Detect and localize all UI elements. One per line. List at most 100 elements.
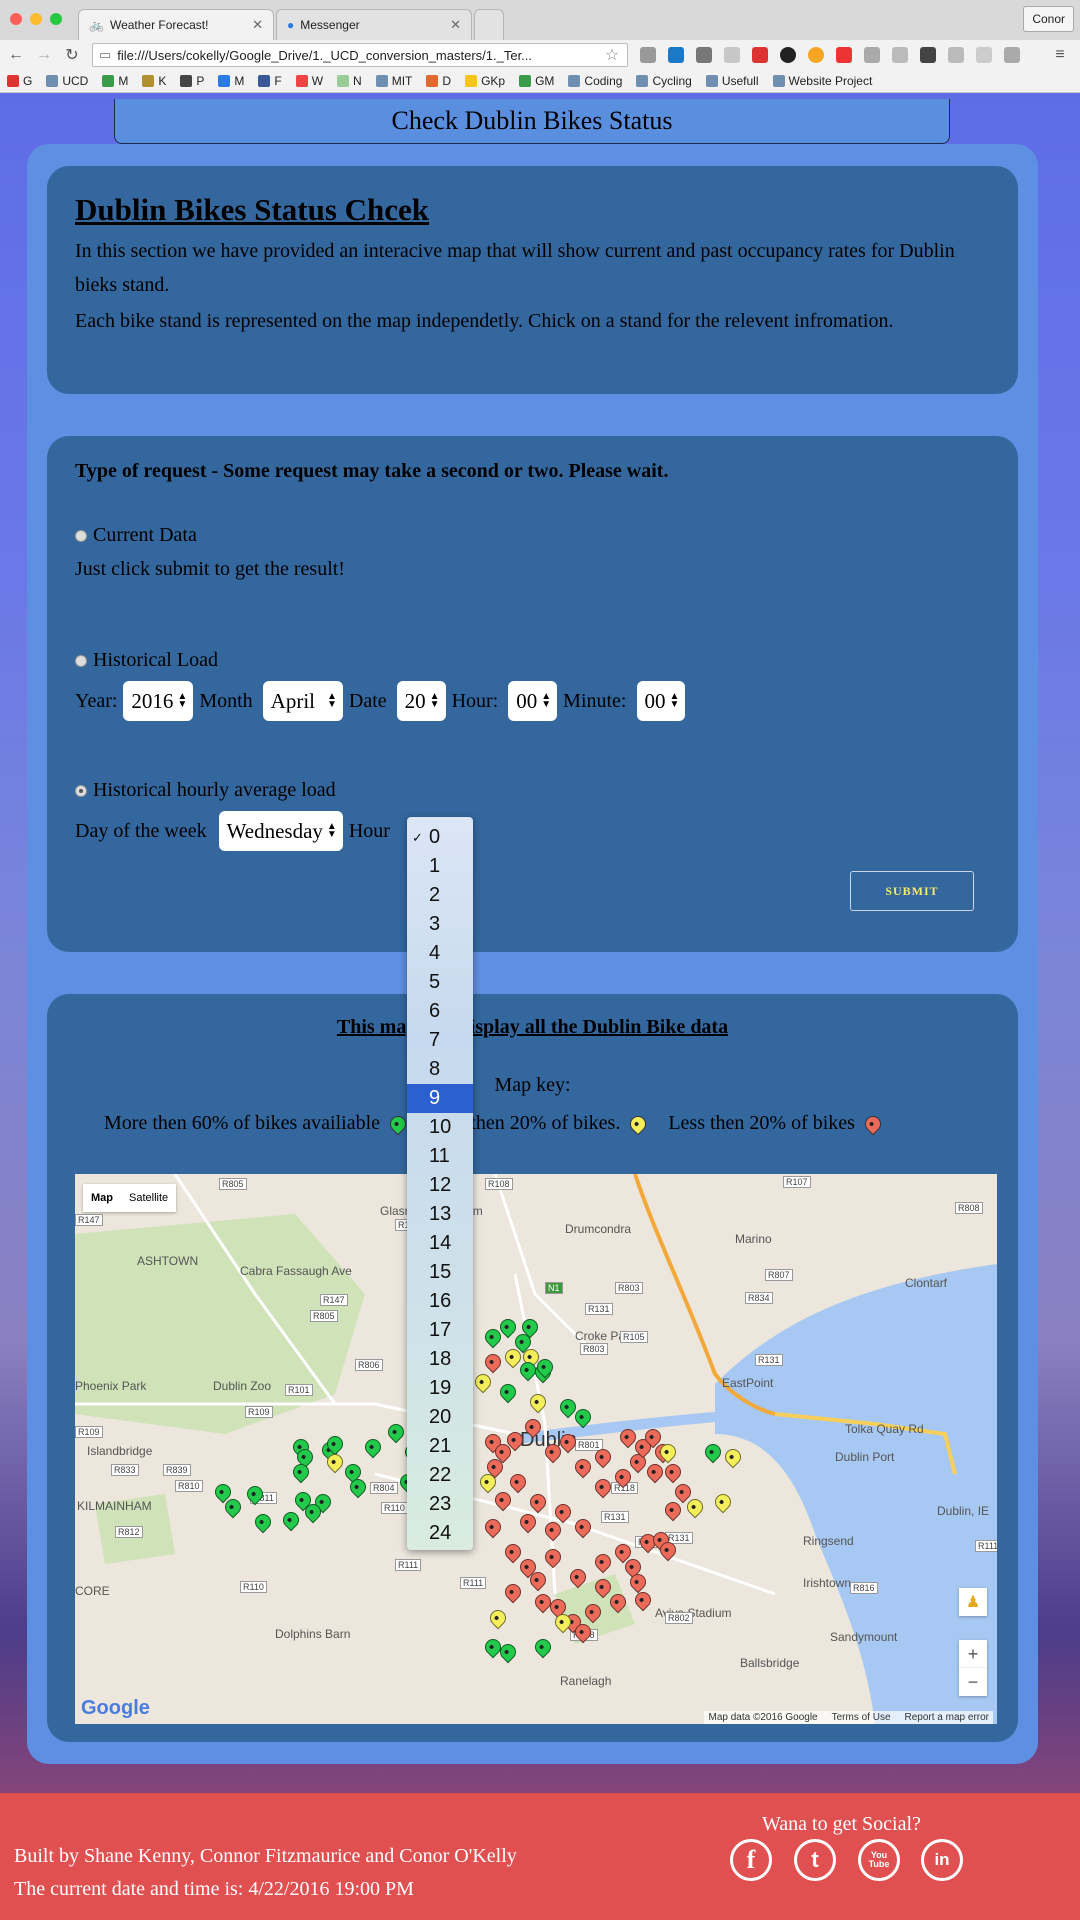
hour-option-21[interactable]: 21 — [407, 1432, 473, 1461]
bookmark-item[interactable]: K — [135, 74, 173, 88]
hour-option-9[interactable]: 9 — [407, 1084, 473, 1113]
youtube-icon[interactable]: You Tube — [858, 1839, 900, 1881]
hour-option-19[interactable]: 19 — [407, 1374, 473, 1403]
extension-pie-icon[interactable] — [752, 47, 768, 63]
extension-puzzle-icon[interactable] — [892, 47, 908, 63]
minute-select[interactable]: 00 ▲ ▼ — [636, 681, 686, 721]
maximize-window-button[interactable] — [50, 13, 62, 25]
linkedin-icon[interactable]: in — [921, 1839, 963, 1881]
hour-option-label: 2 — [429, 884, 441, 906]
extension-shield-icon[interactable] — [696, 47, 712, 63]
zoom-in-button[interactable]: + — [959, 1640, 987, 1668]
twitter-glyph: t — [811, 1847, 819, 1872]
hour-option-0[interactable]: ✓ 0 — [407, 823, 473, 852]
extension-arrow-icon[interactable] — [976, 47, 992, 63]
report-map-error-link[interactable]: Report a map error — [905, 1712, 989, 1723]
bookmark-item[interactable]: GKp — [458, 74, 512, 88]
extension-drive-icon[interactable] — [864, 47, 880, 63]
extension-play-icon[interactable] — [808, 47, 824, 63]
extension-gift-icon[interactable] — [948, 47, 964, 63]
hour-option-2[interactable]: 2 — [407, 881, 473, 910]
close-tab-icon[interactable]: ✕ — [252, 17, 263, 33]
historical-load-option[interactable]: Historical Load — [75, 649, 218, 672]
hour-option-16[interactable]: 16 — [407, 1287, 473, 1316]
month-select[interactable]: April ▲ ▼ — [262, 681, 343, 721]
hour-option-18[interactable]: 18 — [407, 1345, 473, 1374]
request-form-card: Type of request - Some request may take … — [47, 436, 1018, 952]
historical-load-radio[interactable] — [75, 654, 87, 667]
tab-messenger[interactable]: ● Messenger ✕ — [276, 9, 472, 40]
hour-option-7[interactable]: 7 — [407, 1026, 473, 1055]
bookmark-folder[interactable]: Usefull — [699, 74, 766, 88]
current-data-option[interactable]: Current Data — [75, 524, 197, 547]
back-arrow-icon[interactable]: ← — [6, 45, 26, 65]
dublin-bikes-map[interactable]: Map Satellite Glasnevin MuseumDrumcondra… — [75, 1174, 997, 1724]
close-window-button[interactable] — [10, 13, 22, 25]
bookmark-folder[interactable]: Website Project — [766, 74, 880, 88]
hour-option-14[interactable]: 14 — [407, 1229, 473, 1258]
current-data-radio[interactable] — [75, 529, 87, 542]
cast-icon[interactable] — [640, 47, 656, 63]
bookmark-folder[interactable]: Cycling — [629, 74, 698, 88]
map-type-map-button[interactable]: Map — [83, 1184, 121, 1212]
bookmark-item[interactable]: G — [0, 74, 39, 88]
year-select[interactable]: 2016 ▲ ▼ — [123, 681, 194, 721]
reload-icon[interactable]: ↻ — [62, 45, 82, 65]
forward-arrow-icon[interactable]: → — [34, 45, 54, 65]
hourly-average-option[interactable]: Historical hourly average load — [75, 779, 336, 802]
hour-option-15[interactable]: 15 — [407, 1258, 473, 1287]
bookmark-item[interactable]: M — [211, 74, 251, 88]
new-tab-button[interactable] — [474, 9, 504, 40]
hourly-average-radio[interactable] — [75, 784, 87, 797]
hour-option-13[interactable]: 13 — [407, 1200, 473, 1229]
hour-select[interactable]: 00 ▲ ▼ — [508, 681, 558, 721]
twitter-icon[interactable]: t — [794, 1839, 836, 1881]
extension-grid-icon[interactable] — [1004, 47, 1020, 63]
hour-option-10[interactable]: 10 — [407, 1113, 473, 1142]
zoom-out-button[interactable]: − — [959, 1668, 987, 1696]
bookmark-item[interactable]: GM — [512, 74, 561, 88]
bookmark-item[interactable]: W — [289, 74, 330, 88]
map-type-satellite-button[interactable]: Satellite — [121, 1184, 176, 1212]
extension-chrome-icon[interactable] — [836, 47, 852, 63]
hour-option-20[interactable]: 20 — [407, 1403, 473, 1432]
pegman-icon[interactable]: ♟ — [959, 1588, 987, 1616]
extension-o-icon[interactable] — [780, 47, 796, 63]
submit-button[interactable]: SUBMIT — [850, 871, 974, 911]
hour-option-6[interactable]: 6 — [407, 997, 473, 1026]
hour-option-11[interactable]: 11 — [407, 1142, 473, 1171]
extension-check-icon[interactable] — [724, 47, 740, 63]
hour-option-17[interactable]: 17 — [407, 1316, 473, 1345]
hour-option-5[interactable]: 5 — [407, 968, 473, 997]
hour-option-22[interactable]: 22 — [407, 1461, 473, 1490]
address-bar[interactable]: ▭ file:///Users/cokelly/Google_Drive/1._… — [92, 43, 628, 67]
bookmark-folder[interactable]: Coding — [561, 74, 629, 88]
terms-of-use-link[interactable]: Terms of Use — [832, 1712, 891, 1723]
bookmark-folder[interactable]: UCD — [39, 74, 95, 88]
hour-option-1[interactable]: 1 — [407, 852, 473, 881]
date-select[interactable]: 20 ▲ ▼ — [396, 681, 446, 721]
bookmark-star-icon[interactable]: ☆ — [602, 45, 622, 65]
hour-option-4[interactable]: 4 — [407, 939, 473, 968]
hour-option-3[interactable]: 3 — [407, 910, 473, 939]
menu-icon[interactable]: ≡ — [1050, 45, 1070, 65]
day-of-week-select[interactable]: Wednesday ▲ ▼ — [218, 811, 343, 851]
hour-option-12[interactable]: 12 — [407, 1171, 473, 1200]
hour-dropdown-list[interactable]: ✓ 0 1 2 3 4 5 6 7 8 9 10 11 12 13 14 15 16 17 18 19 20 21 22 23 2… — [407, 817, 473, 1550]
bookmark-folder[interactable]: MIT — [369, 74, 420, 88]
facebook-icon[interactable]: f — [730, 1839, 772, 1881]
bookmark-item[interactable]: P — [173, 74, 211, 88]
close-tab-icon[interactable]: ✕ — [450, 17, 461, 33]
extension-k-icon[interactable] — [668, 47, 684, 63]
bookmark-item[interactable]: D — [419, 74, 458, 88]
bookmark-item[interactable]: F — [251, 74, 288, 88]
profile-button[interactable]: Conor — [1023, 6, 1074, 32]
hour-option-8[interactable]: 8 — [407, 1055, 473, 1084]
bookmark-item[interactable]: M — [95, 74, 135, 88]
extension-h-icon[interactable] — [920, 47, 936, 63]
hour-option-23[interactable]: 23 — [407, 1490, 473, 1519]
bookmark-item[interactable]: N — [330, 74, 369, 88]
hour-option-24[interactable]: 24 — [407, 1519, 473, 1548]
minimize-window-button[interactable] — [30, 13, 42, 25]
tab-weather-forecast[interactable]: 🚲 Weather Forecast! ✕ — [78, 9, 274, 40]
